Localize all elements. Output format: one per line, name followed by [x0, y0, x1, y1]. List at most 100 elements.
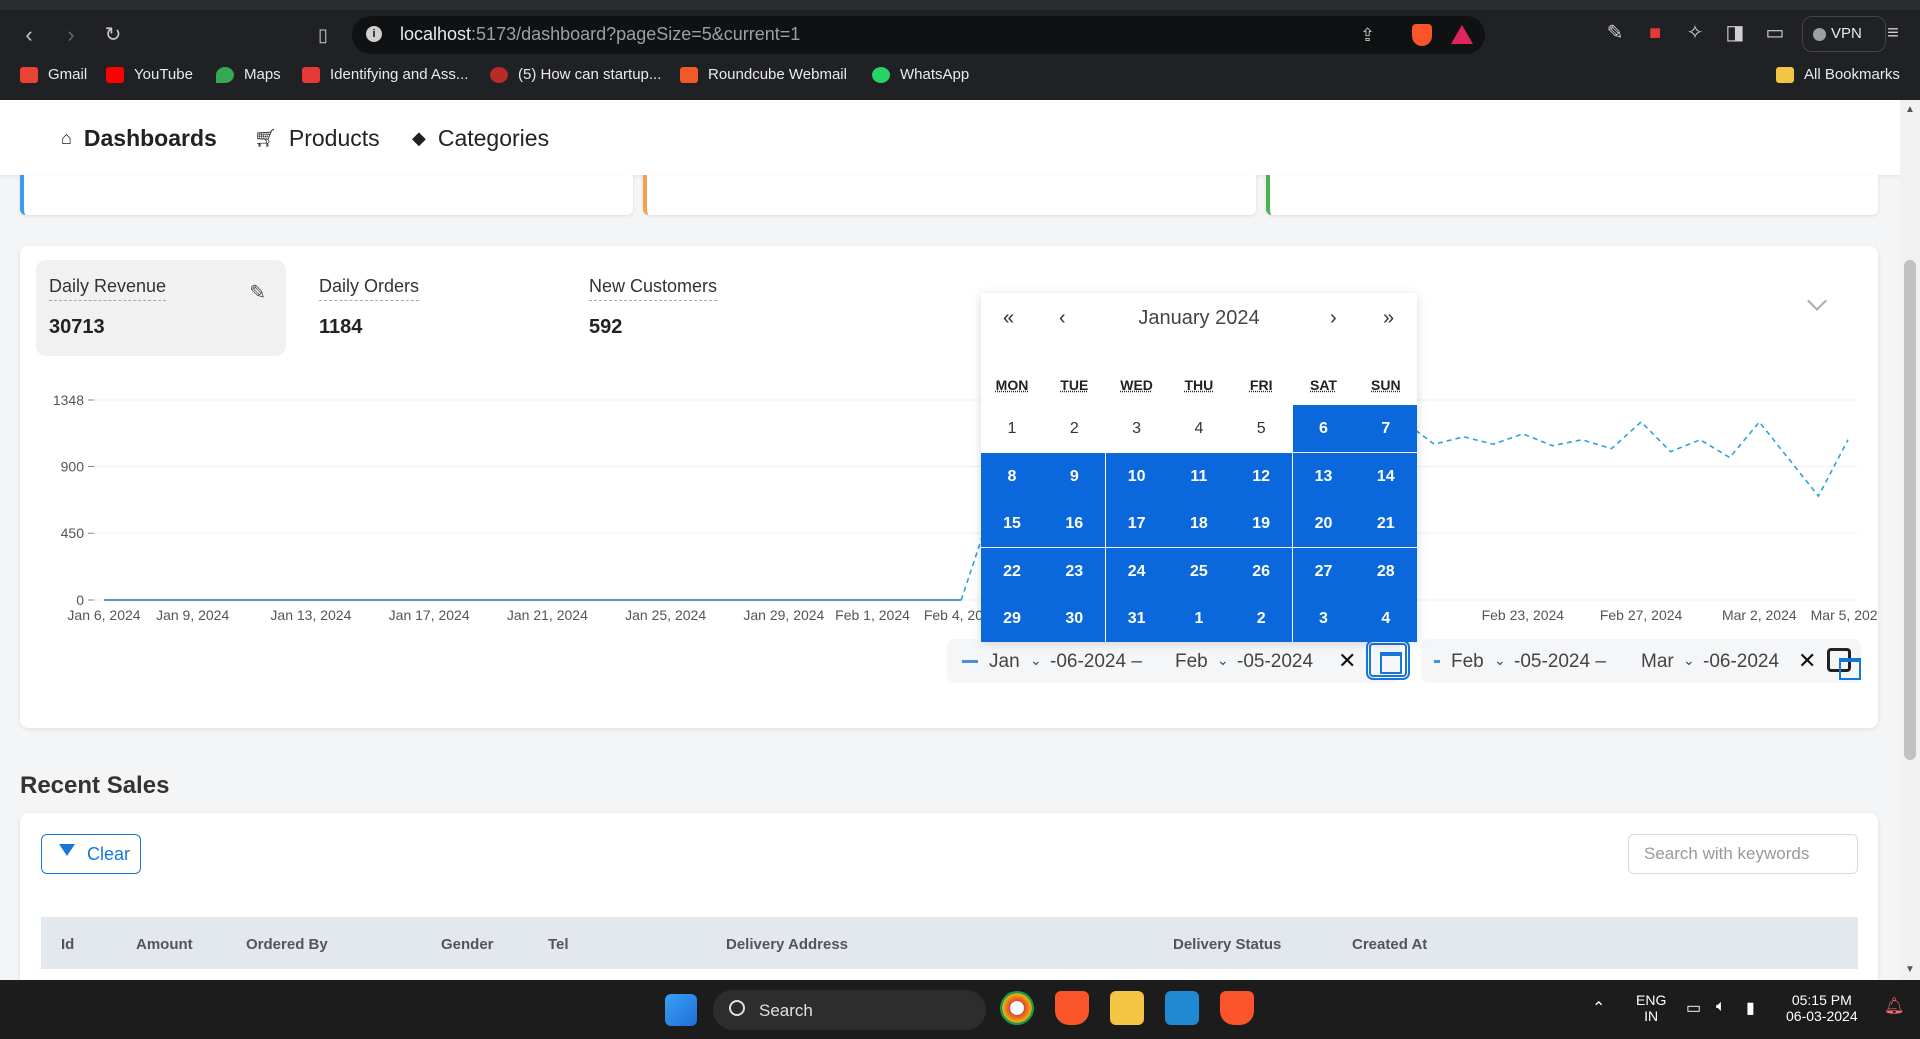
calendar-day[interactable]: 17	[1105, 500, 1168, 547]
calendar-day[interactable]: 27	[1292, 547, 1355, 595]
calendar-day[interactable]: 21	[1354, 500, 1417, 547]
search-input[interactable]	[1628, 834, 1858, 874]
calendar-icon[interactable]	[1827, 648, 1861, 680]
url-text[interactable]: localhost:5173/dashboard?pageSize=5&curr…	[400, 24, 800, 45]
brave-shields-icon[interactable]	[1412, 24, 1432, 46]
calendar-day[interactable]: 15	[981, 500, 1043, 547]
column-header[interactable]: Created At	[1352, 936, 1427, 953]
next-month-button[interactable]: ›	[1330, 307, 1337, 330]
calendar-day[interactable]: 1	[1167, 595, 1230, 642]
page-scrollbar[interactable]: ▲ ▼	[1900, 100, 1920, 980]
end-date-value[interactable]: -06-2024	[1703, 651, 1779, 673]
brave-icon[interactable]	[1220, 991, 1254, 1025]
chevron-down-icon[interactable]: ⌄	[1030, 652, 1042, 669]
calendar-day[interactable]: 11	[1167, 452, 1230, 500]
end-month-select[interactable]: Feb	[1175, 651, 1208, 673]
bookmark-icon[interactable]: ▯	[308, 20, 338, 50]
calendar-day[interactable]: 1	[981, 405, 1043, 452]
column-header[interactable]: Id	[61, 936, 74, 953]
chevron-down-icon[interactable]: ⌄	[1683, 652, 1695, 669]
calendar-day[interactable]: 10	[1105, 452, 1168, 500]
calendar-day[interactable]: 26	[1230, 547, 1293, 595]
calendar-day[interactable]: 4	[1168, 405, 1230, 452]
calendar-day[interactable]: 2	[1230, 595, 1293, 642]
end-date-value[interactable]: -05-2024	[1237, 651, 1313, 673]
bookmark-quora[interactable]: (5) How can startup...	[490, 66, 661, 83]
site-info-icon[interactable]: i	[366, 26, 382, 42]
calendar-day[interactable]: 4	[1354, 595, 1417, 642]
menu-icon[interactable]: ≡	[1880, 20, 1906, 46]
calendar-day[interactable]: 8	[981, 452, 1043, 500]
end-month-select[interactable]: Mar	[1641, 651, 1674, 673]
column-header[interactable]: Gender	[441, 936, 494, 953]
calendar-day[interactable]: 31	[1105, 595, 1168, 642]
calendar-day[interactable]: 30	[1043, 595, 1106, 642]
tray-chevron-icon[interactable]: ⌃	[1592, 998, 1605, 1018]
calendar-day[interactable]: 24	[1105, 547, 1168, 595]
scroll-down-icon[interactable]: ▼	[1905, 964, 1915, 975]
calendar-day[interactable]: 22	[981, 547, 1043, 595]
vscode-icon[interactable]	[1165, 991, 1199, 1025]
share-icon[interactable]: ⇪	[1360, 25, 1375, 46]
file-explorer-icon[interactable]	[1110, 991, 1144, 1025]
puzzle-icon[interactable]: ✧	[1682, 20, 1708, 46]
column-header[interactable]: Ordered By	[246, 936, 328, 953]
forward-icon[interactable]: ›	[56, 20, 86, 50]
bookmark-gmail[interactable]: Gmail	[20, 66, 87, 83]
bookmark-roundcube[interactable]: Roundcube Webmail	[680, 66, 847, 83]
brave-rewards-icon[interactable]	[1451, 25, 1473, 44]
start-date-value[interactable]: -05-2024 –	[1514, 651, 1606, 673]
back-icon[interactable]: ‹	[14, 20, 44, 50]
chevron-down-icon[interactable]: ⌄	[1217, 652, 1229, 669]
date-range-picker-left[interactable]: Jan ⌄ -06-2024 – Feb ⌄ -05-2024 ✕	[947, 639, 1410, 683]
start-date-value[interactable]: -06-2024 –	[1050, 651, 1142, 673]
sidebar-icon[interactable]: ◨	[1722, 20, 1748, 46]
calendar-title[interactable]: January 2024	[981, 307, 1417, 330]
chevron-down-icon[interactable]: ⌄	[1494, 652, 1506, 669]
column-header[interactable]: Delivery Status	[1173, 936, 1281, 953]
clear-icon[interactable]: ✕	[1338, 648, 1356, 674]
address-bar[interactable]: i localhost:5173/dashboard?pageSize=5&cu…	[352, 16, 1485, 54]
calendar-day[interactable]: 9	[1043, 452, 1106, 500]
calendar-day[interactable]: 19	[1230, 500, 1293, 547]
calendar-day[interactable]: 28	[1354, 547, 1417, 595]
column-header[interactable]: Delivery Address	[726, 936, 848, 953]
scroll-up-icon[interactable]: ▲	[1905, 104, 1915, 115]
network-icon[interactable]: ▭	[1686, 998, 1701, 1018]
start-month-select[interactable]: Jan	[989, 651, 1020, 673]
calendar-day[interactable]: 20	[1292, 500, 1355, 547]
bookmark-whatsapp[interactable]: WhatsApp	[872, 66, 969, 83]
bookmark-youtube[interactable]: YouTube	[106, 66, 193, 83]
calendar-day[interactable]: 12	[1230, 452, 1293, 500]
nav-products[interactable]: 🛒︎ Products	[254, 125, 380, 152]
clear-icon[interactable]: ✕	[1798, 648, 1816, 674]
calendar-day[interactable]: 7	[1354, 405, 1417, 452]
column-header[interactable]: Amount	[136, 936, 193, 953]
calendar-day[interactable]: 25	[1167, 547, 1230, 595]
calendar-day[interactable]: 6	[1292, 405, 1355, 452]
taskbar-search[interactable]: Search	[713, 990, 986, 1030]
next-year-button[interactable]: »	[1383, 307, 1394, 330]
calendar-day[interactable]: 29	[981, 595, 1043, 642]
pen-icon[interactable]: ✎	[1602, 20, 1628, 46]
reload-icon[interactable]: ↻	[98, 20, 128, 50]
notification-icon[interactable]: 🔔︎	[1884, 996, 1904, 1016]
wallet-icon[interactable]: ▭	[1762, 20, 1788, 46]
bookmark-identifying[interactable]: Identifying and Ass...	[302, 66, 468, 83]
nav-categories[interactable]: ◆ Categories	[412, 125, 549, 152]
extension-icon[interactable]: ■	[1642, 20, 1668, 46]
calendar-day[interactable]: 5	[1230, 405, 1292, 452]
clock[interactable]: 05:15 PM 06-03-2024	[1786, 992, 1858, 1024]
start-month-select[interactable]: Feb	[1451, 651, 1484, 673]
clear-filters-button[interactable]: Clear	[41, 834, 141, 874]
calendar-day[interactable]: 18	[1167, 500, 1230, 547]
all-bookmarks[interactable]: All Bookmarks	[1776, 66, 1900, 83]
language-indicator[interactable]: ENG IN	[1636, 992, 1666, 1024]
calendar-day[interactable]: 13	[1292, 452, 1355, 500]
calendar-icon[interactable]	[1366, 640, 1410, 680]
bookmark-maps[interactable]: Maps	[216, 66, 281, 83]
start-icon[interactable]	[665, 994, 697, 1026]
brave-icon[interactable]	[1055, 991, 1089, 1025]
calendar-day[interactable]: 3	[1106, 405, 1168, 452]
calendar-day[interactable]: 16	[1043, 500, 1106, 547]
